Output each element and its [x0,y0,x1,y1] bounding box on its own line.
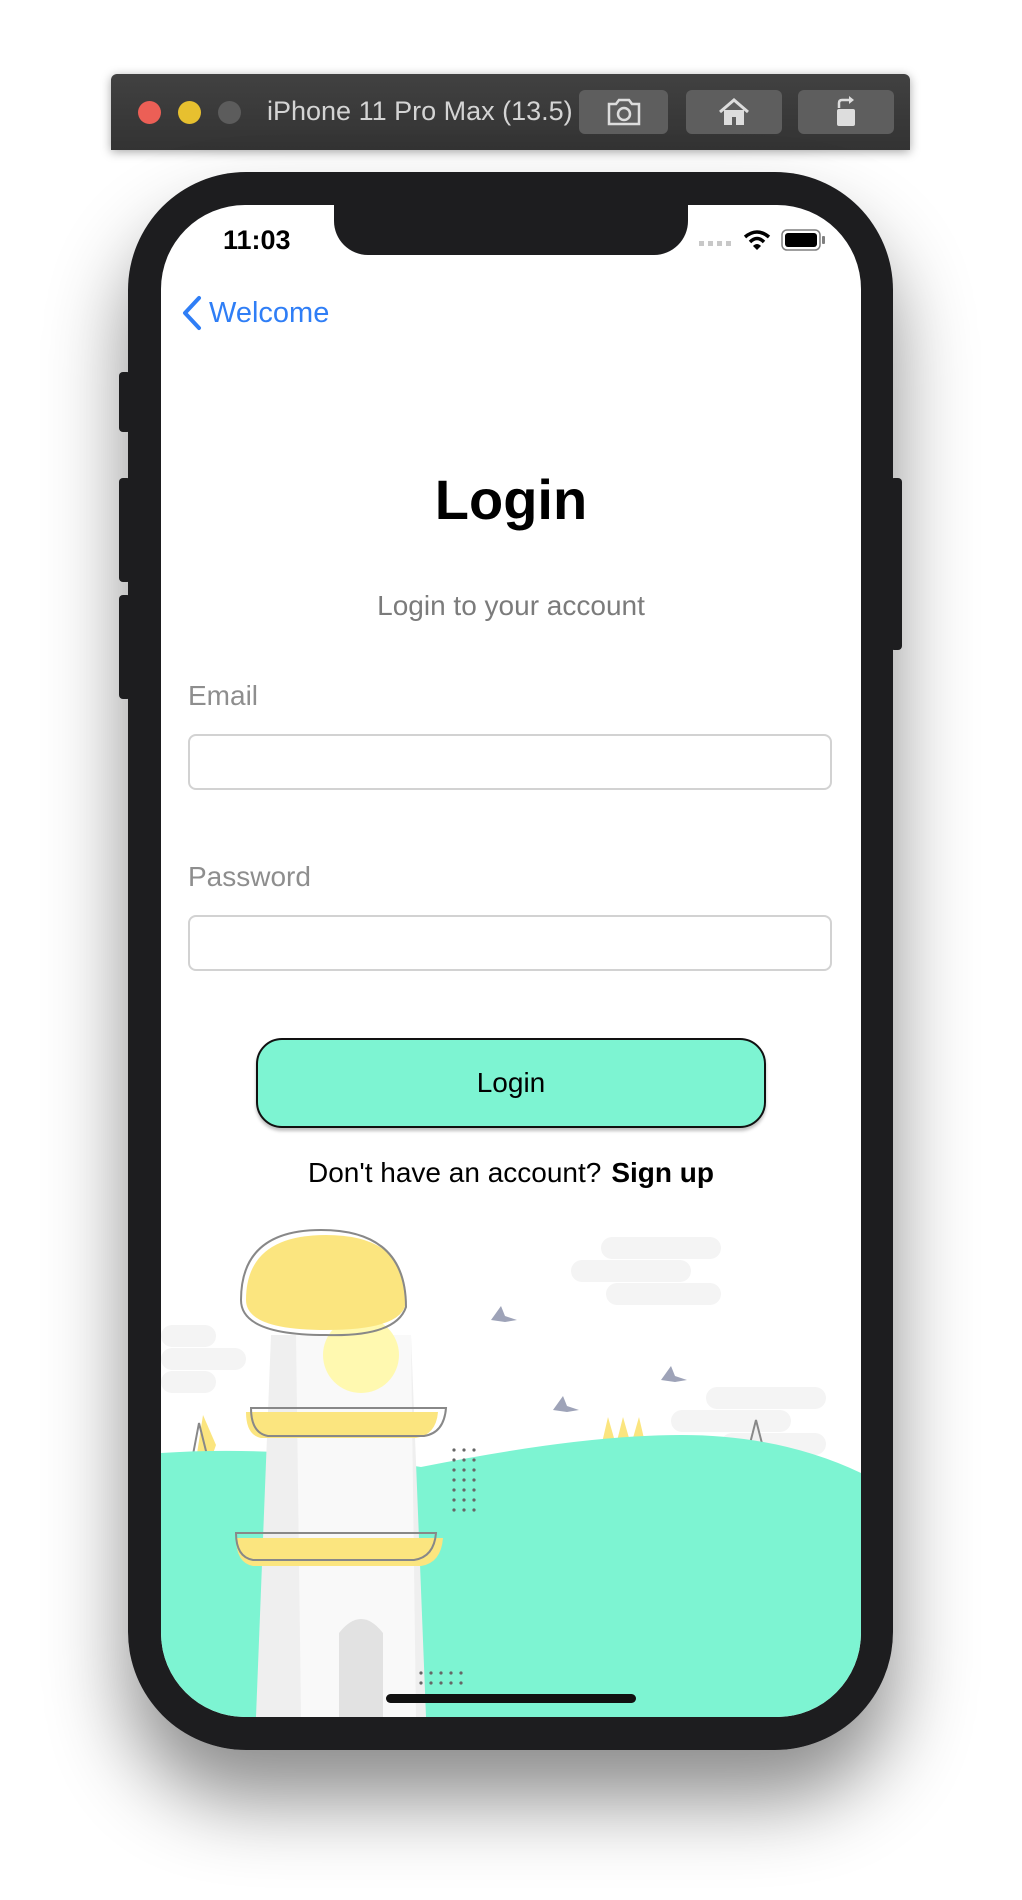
status-time: 11:03 [223,225,291,255]
signal-icon [699,241,731,246]
signup-link[interactable]: Sign up [611,1157,714,1188]
home-button[interactable] [686,90,782,134]
email-label: Email [188,680,259,711]
rotate-icon [837,96,855,126]
chevron-left-icon [183,296,201,330]
phone-screen: 11:03 Welcome Login Login to your accoun… [161,205,861,1717]
minimize-window-button[interactable] [178,101,201,124]
simulator-toolbar: iPhone 11 Pro Max (13.5) [111,74,910,150]
password-label: Password [188,861,311,892]
page-title: Login [434,468,588,531]
simulator-title: iPhone 11 Pro Max (13.5) [267,96,573,126]
iphone-device: 11:03 Welcome Login Login to your accoun… [128,172,893,1750]
close-window-button[interactable] [138,101,161,124]
page-subtitle: Login to your account [377,590,645,621]
screenshot-icon [607,98,640,126]
email-field[interactable] [188,734,832,790]
home-indicator[interactable] [386,1694,636,1703]
no-account-text: Don't have an account? [308,1157,602,1188]
birds [491,1306,687,1412]
lighthouse-illustration [161,1228,861,1717]
rotate-button[interactable] [798,90,894,134]
login-button[interactable]: Login [256,1038,766,1128]
battery-icon [781,229,825,251]
signup-prompt: Don't have an account? Sign up [161,1157,861,1189]
notch [334,205,688,255]
wifi-icon [743,230,771,250]
password-field[interactable] [188,915,832,971]
home-icon [719,98,749,125]
lighthouse [234,1228,448,1717]
status-icons [699,229,825,251]
back-button[interactable]: Welcome [181,295,329,331]
back-label: Welcome [209,296,330,329]
screenshot-button[interactable] [579,90,668,134]
zoom-window-button[interactable] [218,101,241,124]
